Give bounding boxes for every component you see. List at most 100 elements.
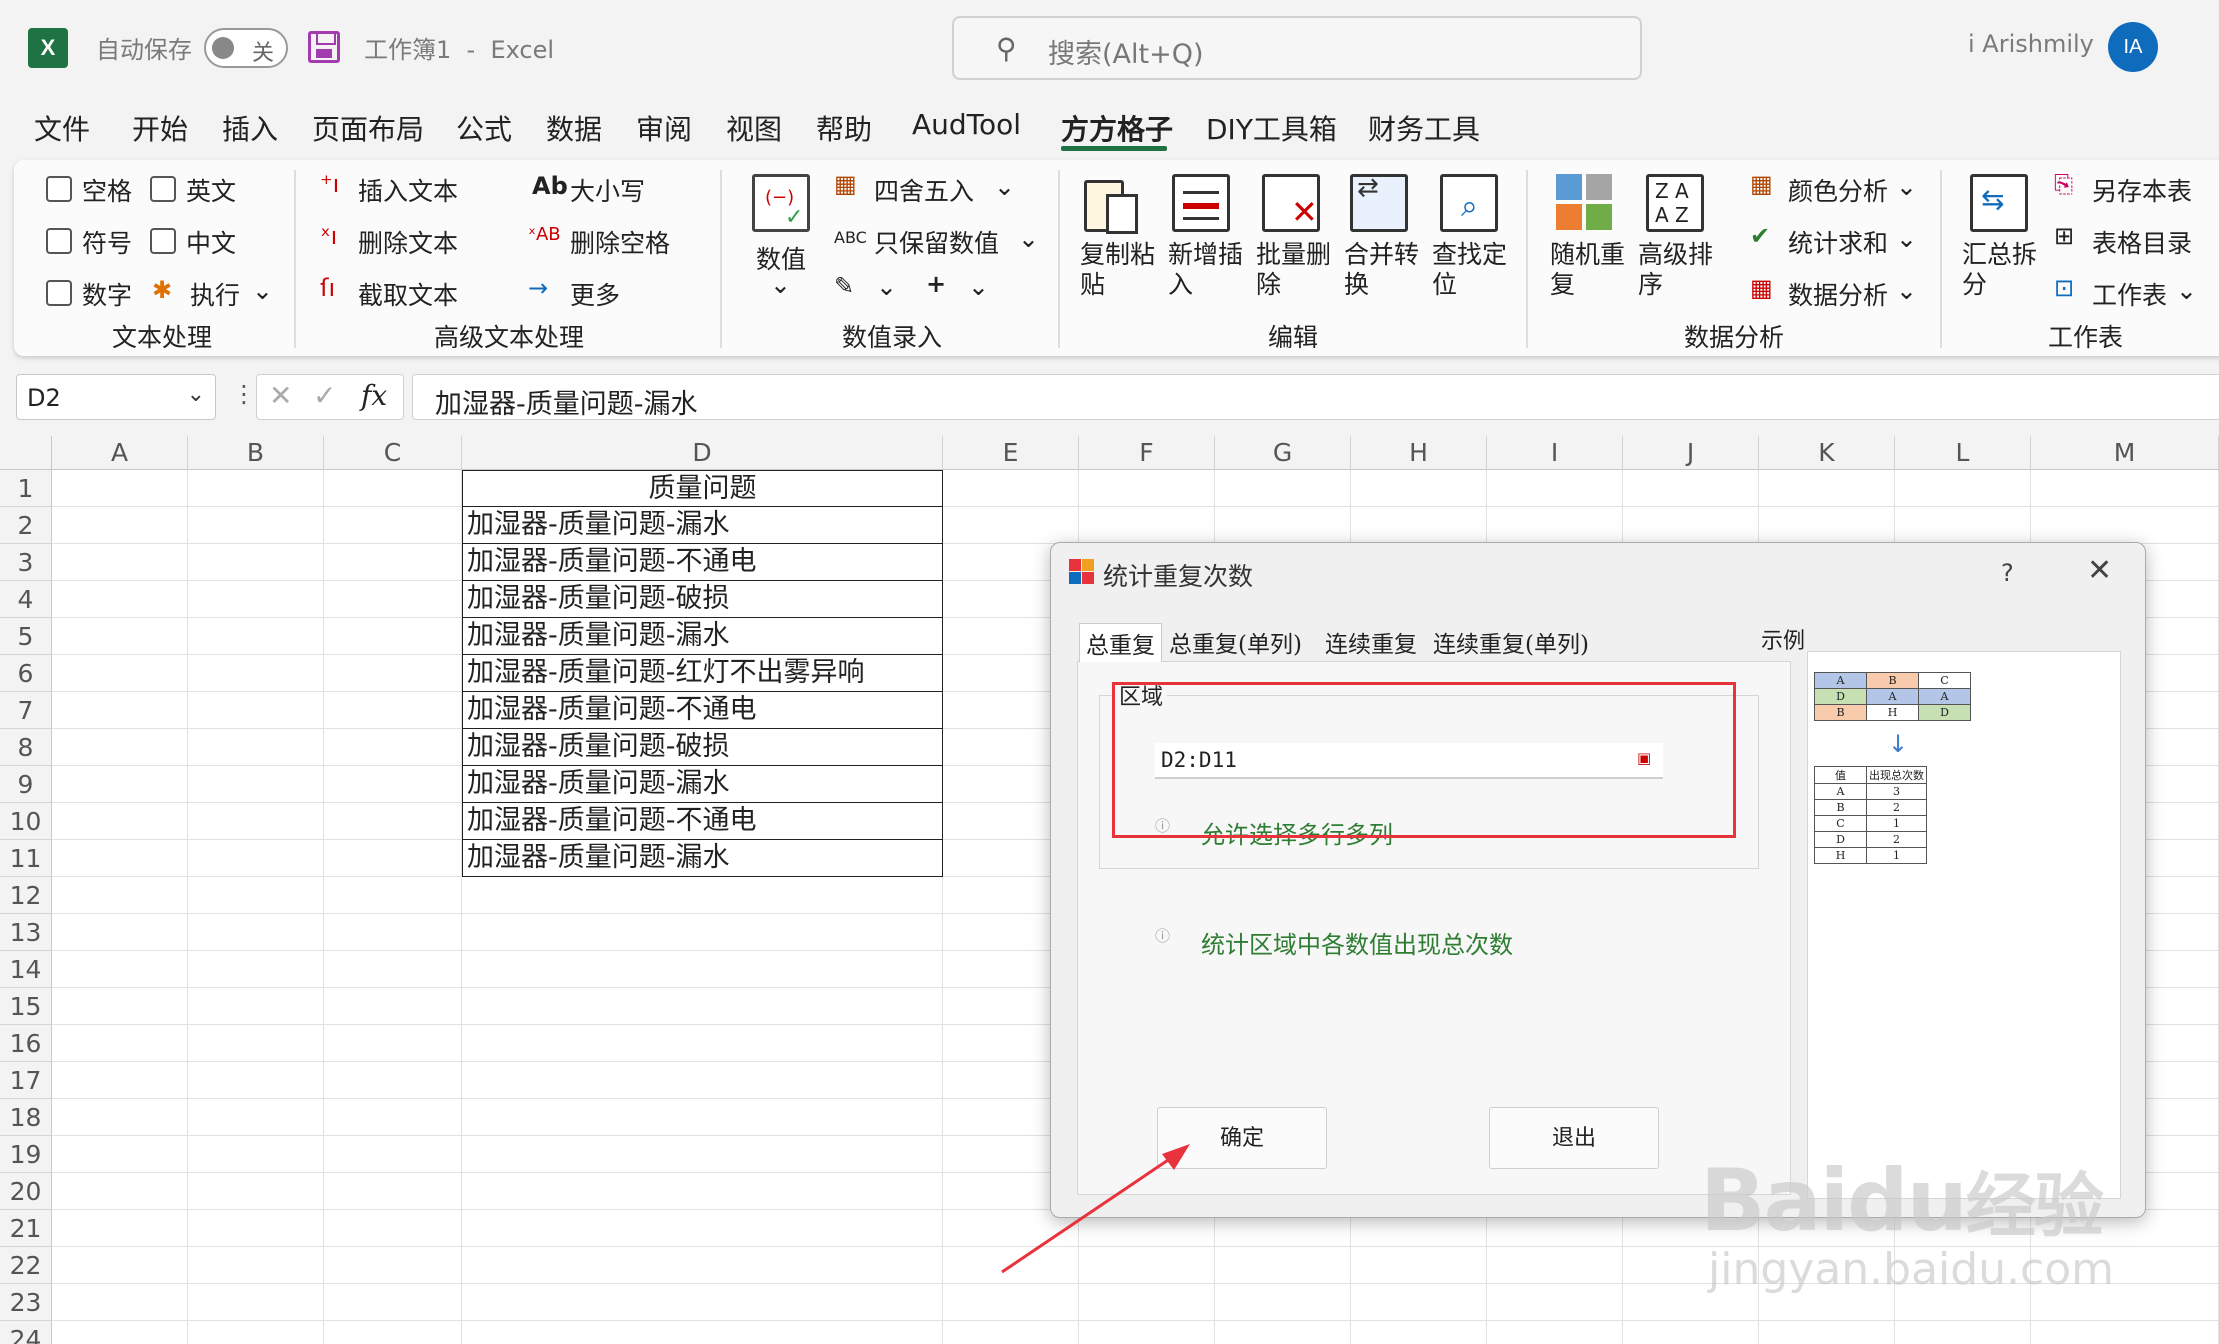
column-header-m[interactable]: M (2031, 436, 2219, 470)
table-cell[interactable]: 加湿器-质量问题-不通电 (462, 544, 943, 581)
save-icon[interactable] (308, 31, 340, 63)
find-locate-button[interactable]: 查找定 位 (1432, 240, 1507, 300)
column-header-a[interactable]: A (52, 436, 188, 470)
extract-text-button[interactable]: 截取文本 (358, 276, 458, 312)
menu-review[interactable]: 审阅 (636, 108, 692, 148)
row-header[interactable]: 20 (0, 1173, 52, 1210)
row-header[interactable]: 3 (0, 544, 52, 581)
row-header[interactable]: 17 (0, 1062, 52, 1099)
fx-icon[interactable]: fx (361, 379, 387, 412)
random-repeat-button[interactable]: 随机重 复 (1550, 240, 1625, 300)
row-header[interactable]: 15 (0, 988, 52, 1025)
column-header-i[interactable]: I (1487, 436, 1623, 470)
checkbox-english[interactable] (150, 176, 176, 202)
table-cell[interactable]: 加湿器-质量问题-漏水 (462, 766, 943, 803)
menu-audtool[interactable]: AudTool (912, 108, 1021, 141)
color-analysis-button[interactable]: 颜色分析 (1788, 172, 1888, 208)
help-icon[interactable]: ? (2001, 559, 2014, 587)
table-cell[interactable]: 加湿器-质量问题-不通电 (462, 803, 943, 840)
confirm-icon[interactable]: ✓ (313, 379, 336, 412)
row-header[interactable]: 9 (0, 766, 52, 803)
row-header[interactable]: 23 (0, 1284, 52, 1321)
avatar[interactable]: IA (2108, 22, 2158, 72)
close-icon[interactable]: ✕ (2087, 553, 2112, 588)
table-cell[interactable]: 加湿器-质量问题-破损 (462, 729, 943, 766)
more-options-icon[interactable]: ⋮ (232, 380, 256, 408)
column-header-k[interactable]: K (1759, 436, 1895, 470)
row-header[interactable]: 2 (0, 507, 52, 544)
select-all-corner[interactable] (0, 436, 52, 470)
search-box[interactable]: ⚲ 搜索(Alt+Q) (952, 16, 1642, 80)
row-header[interactable]: 24 (0, 1321, 52, 1344)
autosave-toggle[interactable]: 关 (204, 28, 288, 68)
menu-fangfang[interactable]: 方方格子 (1061, 108, 1173, 148)
insert-text-button[interactable]: 插入文本 (358, 172, 458, 208)
advanced-sort-button[interactable]: 高级排 序 (1638, 240, 1713, 300)
more-button[interactable]: 更多 (570, 276, 620, 312)
column-header-g[interactable]: G (1215, 436, 1351, 470)
row-header[interactable]: 12 (0, 877, 52, 914)
menu-file[interactable]: 文件 (34, 108, 90, 148)
batch-delete-button[interactable]: 批量删 除 (1256, 240, 1331, 300)
column-header-h[interactable]: H (1351, 436, 1487, 470)
summary-split-button[interactable]: 汇总拆 分 (1962, 240, 2037, 300)
save-sheet-button[interactable]: 另存本表 (2092, 172, 2192, 208)
row-header[interactable]: 5 (0, 618, 52, 655)
cancel-icon[interactable]: ✕ (269, 379, 292, 412)
row-header[interactable]: 21 (0, 1210, 52, 1247)
table-cell[interactable]: 加湿器-质量问题-红灯不出雾异响 (462, 655, 943, 692)
menu-finance[interactable]: 财务工具 (1368, 108, 1480, 148)
stat-sum-button[interactable]: 统计求和 (1788, 224, 1888, 260)
data-analysis-button[interactable]: 数据分析 (1788, 276, 1888, 312)
menu-formulas[interactable]: 公式 (456, 108, 512, 148)
menu-view[interactable]: 视图 (726, 108, 782, 148)
name-box[interactable]: D2 ⌄ (16, 374, 216, 420)
exit-button[interactable]: 退出 (1489, 1107, 1659, 1169)
row-header[interactable]: 8 (0, 729, 52, 766)
column-header-l[interactable]: L (1895, 436, 2031, 470)
menu-help[interactable]: 帮助 (816, 108, 872, 148)
round-button[interactable]: 四舍五入 (874, 172, 974, 208)
menu-layout[interactable]: 页面布局 (312, 108, 424, 148)
plus-icon[interactable]: + (926, 270, 946, 298)
delete-text-button[interactable]: 删除文本 (358, 224, 458, 260)
merge-convert-button[interactable]: 合并转 换 (1344, 240, 1419, 300)
case-button[interactable]: 大小写 (570, 172, 645, 208)
column-header-e[interactable]: E (943, 436, 1079, 470)
execute-button[interactable]: 执行 (190, 276, 240, 312)
edit-sheet-icon[interactable]: ✎ (834, 272, 854, 300)
checkbox-chinese[interactable] (150, 228, 176, 254)
table-cell[interactable]: 加湿器-质量问题-不通电 (462, 692, 943, 729)
checkbox-space[interactable] (46, 176, 72, 202)
tab-consecutive-repeat-single[interactable]: 连续重复(单列) (1433, 625, 1589, 659)
keep-numbers-button[interactable]: 只保留数值 (874, 224, 999, 260)
column-d-header-cell[interactable]: 质量问题 (462, 470, 943, 507)
row-header[interactable]: 11 (0, 840, 52, 877)
worksheet-button[interactable]: 工作表 (2092, 276, 2167, 312)
row-header[interactable]: 16 (0, 1025, 52, 1062)
column-header-b[interactable]: B (188, 436, 324, 470)
table-cell[interactable]: 加湿器-质量问题-漏水 (462, 507, 943, 544)
column-header-d[interactable]: D (462, 436, 943, 470)
tab-total-repeat-single[interactable]: 总重复(单列) (1169, 625, 1302, 659)
table-cell[interactable]: 加湿器-质量问题-漏水 (462, 840, 943, 877)
add-insert-button[interactable]: 新增插 入 (1168, 240, 1243, 300)
table-cell[interactable]: 加湿器-质量问题-漏水 (462, 618, 943, 655)
remove-space-button[interactable]: 删除空格 (570, 224, 670, 260)
row-header[interactable]: 10 (0, 803, 52, 840)
formula-input[interactable]: 加湿器-质量问题-漏水 (412, 374, 2219, 420)
column-header-j[interactable]: J (1623, 436, 1759, 470)
tab-consecutive-repeat[interactable]: 连续重复 (1325, 625, 1417, 659)
row-header[interactable]: 4 (0, 581, 52, 618)
checkbox-symbol[interactable] (46, 228, 72, 254)
row-header[interactable]: 6 (0, 655, 52, 692)
row-header[interactable]: 1 (0, 470, 52, 507)
column-header-f[interactable]: F (1079, 436, 1215, 470)
row-header[interactable]: 14 (0, 951, 52, 988)
checkbox-number[interactable] (46, 280, 72, 306)
sheet-index-button[interactable]: 表格目录 (2092, 224, 2192, 260)
copy-paste-button[interactable]: 复制粘 贴 (1080, 240, 1155, 300)
row-header[interactable]: 19 (0, 1136, 52, 1173)
menu-insert[interactable]: 插入 (222, 108, 278, 148)
row-header[interactable]: 18 (0, 1099, 52, 1136)
